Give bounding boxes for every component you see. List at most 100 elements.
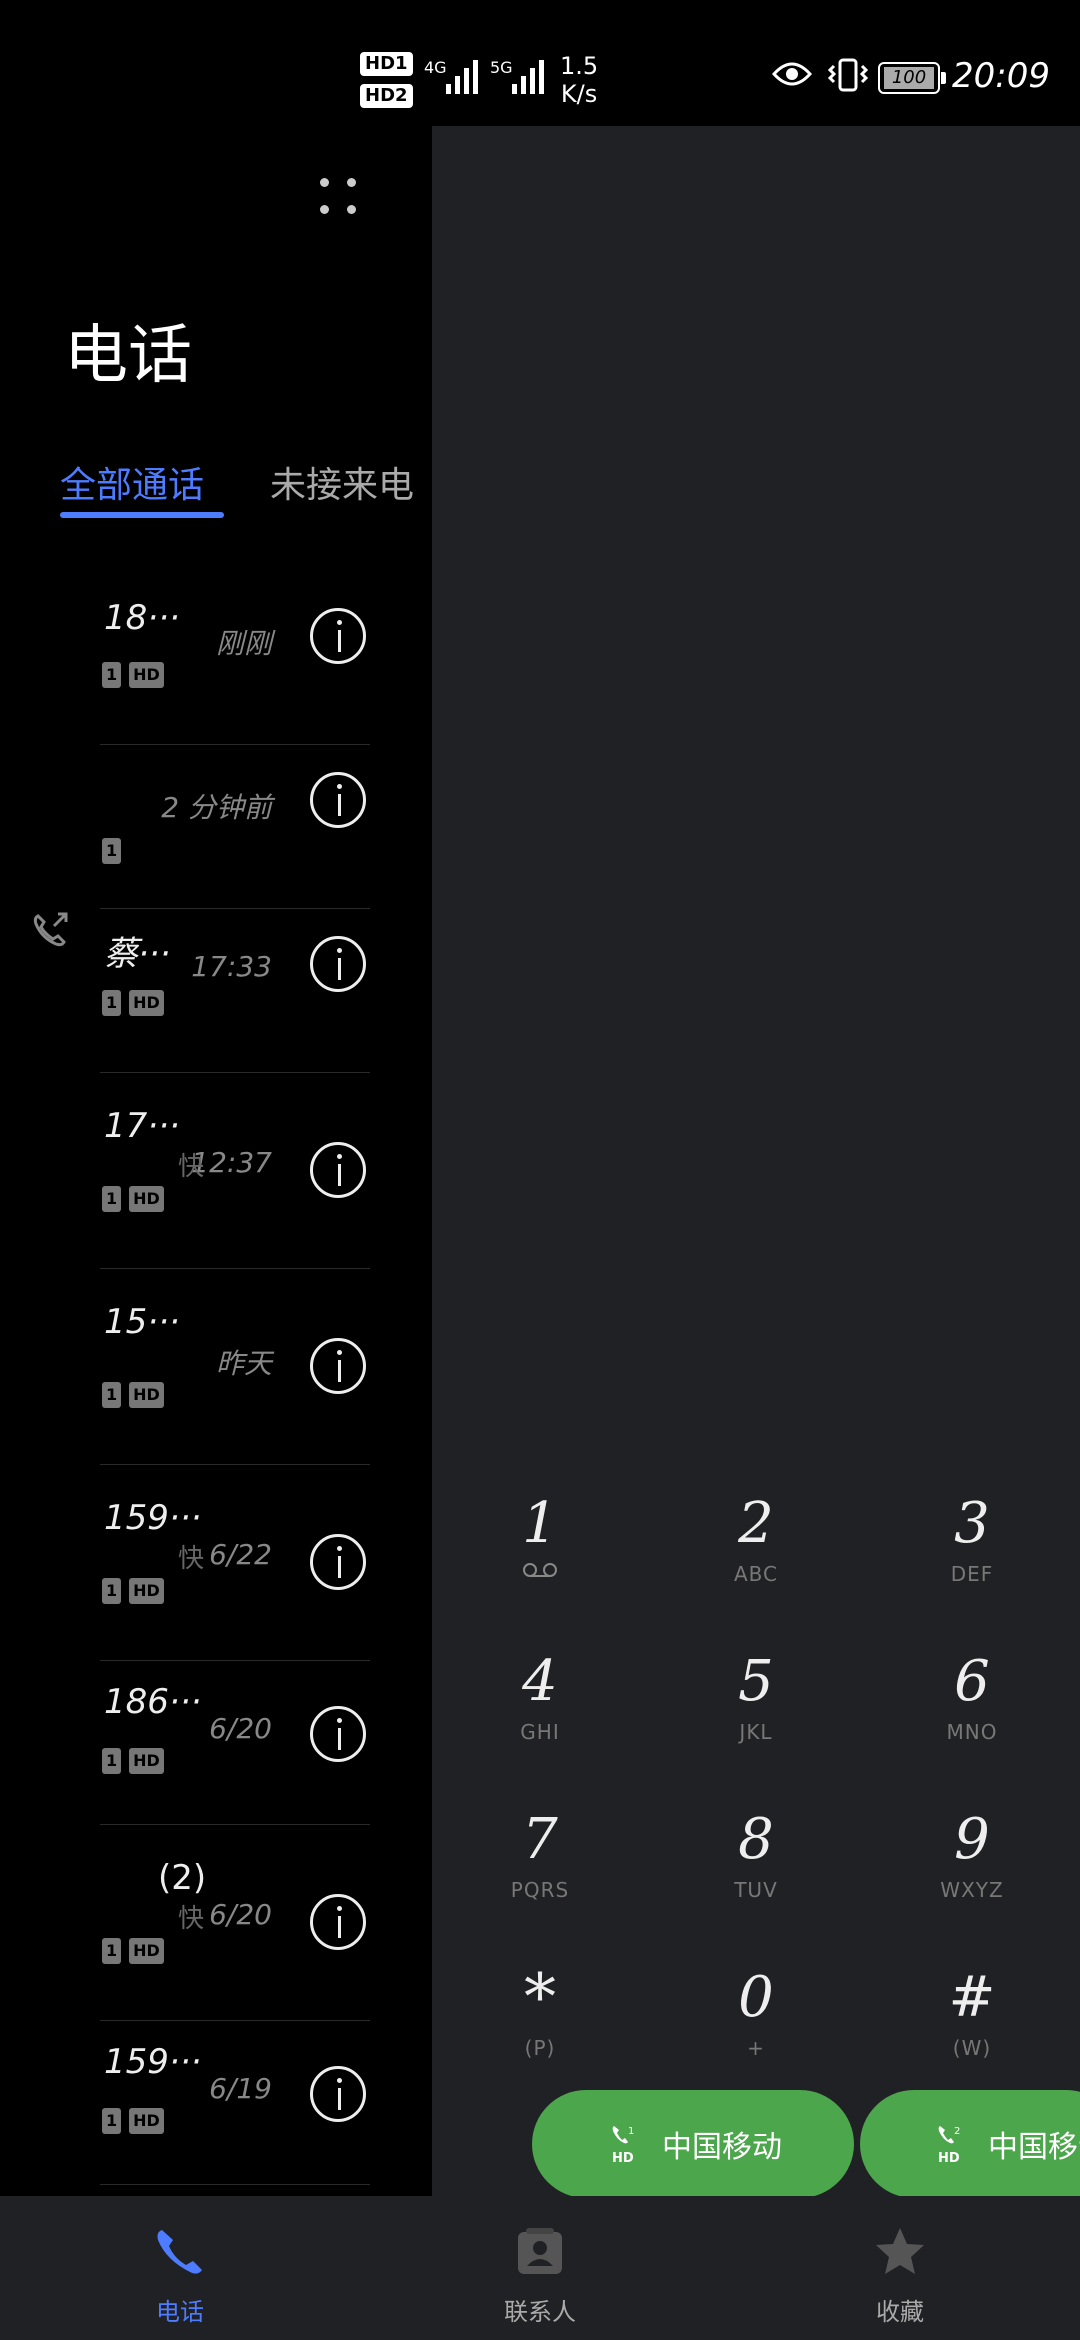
hd-badge: HD [129,2108,164,2134]
tab-all-calls[interactable]: 全部通话 [60,456,204,508]
contacts-icon [518,2228,562,2274]
caller-name: 蔡··· [104,934,171,974]
star-icon [876,2228,924,2274]
divider [100,1072,370,1073]
caller-name: 159··· [104,2042,202,2082]
battery-icon: 100 [878,62,946,94]
clock: 20:09 [952,56,1050,96]
tab-missed-calls[interactable]: 未接来电 [270,456,414,508]
sim-badge: 1 [102,990,122,1016]
call-row[interactable]: 18··· 刚刚 1 HD [0,582,432,746]
call-log-panel: 电话 全部通话 未接来电 18··· 刚刚 1 HD 2 分钟前 1 蔡··· 1… [0,126,432,2196]
caller-name: 159··· [104,1498,202,1538]
call-badges: 1 HD [102,1938,164,1964]
eye-comfort-icon [772,62,812,86]
nav-favorites[interactable]: 收藏 [800,2196,1000,2340]
more-options-button[interactable] [316,174,360,218]
call-time: 昨天 [215,1347,272,1380]
hd-badge: HD [129,1748,164,1774]
call-sim1-button[interactable]: 1 HD 中国移动 [532,2090,854,2196]
caller-name: (2) [158,1858,207,1898]
hd-badge: HD [129,1382,164,1408]
call-row[interactable]: 159··· 6/22 快 1 HD [0,1466,432,1662]
caller-detail: 快 [178,1152,205,1182]
sim-badge: 1 [102,838,122,864]
call-row[interactable]: 2 分钟前 1 [0,746,432,910]
divider [100,908,370,909]
call-badges: 1 HD [102,1186,164,1212]
dial-key-star[interactable]: * (P) [440,1966,640,2060]
call-time: 6/20 [209,1898,272,1931]
caller-name: 186··· [104,1682,202,1722]
call-row[interactable]: 17··· 12:37 快 1 HD [0,1074,432,1270]
dialpad-panel: 1 2 ABC 3 DEF 4 GHI 5 JKL 6 MNO 7 PQRS 8 TUV 9W… [432,126,1080,2196]
dial-key-6[interactable]: 6 MNO [872,1650,1072,1745]
call-row[interactable]: 159··· 6/19 1 HD [0,2022,432,2186]
divider [100,1824,370,1825]
active-tab-indicator [60,512,224,518]
sim1-hd-call-icon: 1 HD [612,2126,634,2166]
dial-key-8[interactable]: 8 TUV [656,1808,856,1903]
call-row[interactable]: (2) 6/20 快 1 HD [0,1826,432,2022]
caller-detail: 快 [178,1544,205,1574]
svg-text:2: 2 [954,2126,960,2137]
sim2-hd-call-icon: 2 HD [938,2126,960,2166]
divider [100,1464,370,1465]
nav-phone[interactable]: 电话 [80,2196,280,2340]
call-sim2-button[interactable]: 2 HD 中国移动 [860,2090,1080,2196]
call-row[interactable]: 15··· 昨天 1 HD [0,1270,432,1466]
svg-text:HD: HD [938,2151,960,2166]
call-row[interactable]: 186··· 6/20 1 HD [0,1662,432,1826]
call-info-button[interactable] [310,936,366,992]
svg-text:HD: HD [612,2151,634,2166]
call-info-button[interactable] [310,1706,366,1762]
call-time: 2 分钟前 [161,791,272,824]
dial-key-3[interactable]: 3 DEF [872,1492,1072,1587]
dial-key-9[interactable]: 9 WXYZ [872,1808,1072,1903]
dial-key-0[interactable]: 0 + [656,1966,856,2061]
call-time: 6/19 [209,2072,272,2105]
dial-key-5[interactable]: 5 JKL [656,1650,856,1745]
sim-badge: 1 [102,662,122,688]
call-info-button[interactable] [310,1534,366,1590]
dial-key-4[interactable]: 4 GHI [440,1650,640,1745]
call-info-button[interactable] [310,772,366,828]
nav-contacts[interactable]: 联系人 [440,2196,640,2340]
call-badges: 1 [102,838,122,864]
hd-badge: HD [129,662,164,688]
sim2-carrier-label: 中国移动 [988,2130,1080,2165]
call-info-button[interactable] [310,1894,366,1950]
sim-badge: 1 [102,2108,122,2134]
call-row[interactable]: 蔡··· 17:33 1 HD [0,910,432,1074]
call-badges: 1 HD [102,1748,164,1774]
divider [100,1268,370,1269]
page-title: 电话 [64,319,192,393]
vibrate-icon [827,58,869,92]
sim-badge: 1 [102,1186,122,1212]
bottom-nav: 电话 联系人 收藏 [0,2196,1080,2340]
call-info-button[interactable] [310,608,366,664]
dial-key-1[interactable]: 1 [440,1492,640,1582]
call-info-button[interactable] [310,1142,366,1198]
sim2-hd-badge: HD2 [360,84,413,108]
dial-key-7[interactable]: 7 PQRS [440,1808,640,1903]
hd-badge: HD [129,990,164,1016]
hd-badge: HD [129,1938,164,1964]
hd-badge: HD [129,1578,164,1604]
call-info-button[interactable] [310,1338,366,1394]
sim-badge: 1 [102,1938,122,1964]
net1-type: 4G [424,58,447,77]
caller-name: 17··· [104,1106,180,1146]
dial-key-2[interactable]: 2 ABC [656,1492,856,1587]
divider [100,2184,370,2185]
call-info-button[interactable] [310,2066,366,2122]
caller-detail: 快 [178,1904,205,1934]
hd-badge: HD [129,1186,164,1212]
call-time: 刚刚 [215,627,272,660]
voicemail-icon [523,1563,557,1577]
dial-key-hash[interactable]: # (W) [872,1966,1072,2061]
call-time: 6/22 [209,1538,272,1571]
sim-badge: 1 [102,1578,122,1604]
svg-text:1: 1 [628,2126,634,2137]
divider [100,2020,370,2021]
